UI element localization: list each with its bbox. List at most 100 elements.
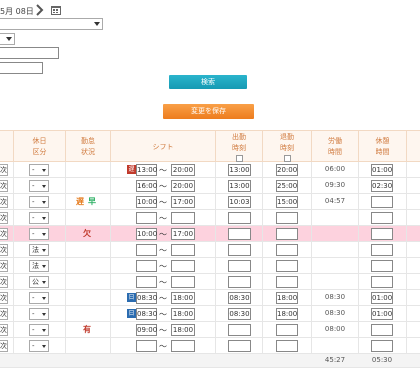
shift-end-input[interactable]: 18:00 bbox=[171, 292, 195, 304]
next-button[interactable]: 次 bbox=[0, 308, 8, 320]
total-rest: 05:30 bbox=[371, 356, 393, 364]
date-label: 5月 08日 bbox=[0, 7, 34, 16]
next-button[interactable]: 次 bbox=[0, 228, 8, 240]
shift-start-input[interactable]: 16:00 bbox=[136, 180, 157, 192]
kubun-select[interactable]: - bbox=[29, 228, 49, 240]
rest-input[interactable]: 02:30 bbox=[371, 180, 393, 192]
shift-start-input[interactable]: 13:00 bbox=[136, 164, 157, 176]
shift-start-input[interactable] bbox=[136, 276, 157, 288]
shift-start-input[interactable] bbox=[136, 260, 157, 272]
start-time-input[interactable]: 08:30 bbox=[228, 292, 251, 304]
end-time-input[interactable] bbox=[276, 228, 298, 240]
kubun-select[interactable]: - bbox=[29, 308, 49, 320]
end-time-input[interactable]: 20:00 bbox=[276, 164, 298, 176]
shift-start-input[interactable] bbox=[136, 212, 157, 224]
start-time-input[interactable]: 08:30 bbox=[228, 308, 251, 320]
start-time-input[interactable] bbox=[228, 244, 251, 256]
start-time-input[interactable] bbox=[228, 324, 251, 336]
shift-end-input[interactable] bbox=[171, 260, 195, 272]
start-time-input[interactable] bbox=[228, 228, 251, 240]
rest-input[interactable] bbox=[371, 260, 393, 272]
next-button[interactable]: 次 bbox=[0, 212, 8, 224]
shift-end-input[interactable] bbox=[171, 244, 195, 256]
start-time-input[interactable]: 13:00 bbox=[228, 164, 251, 176]
kubun-select[interactable]: - bbox=[29, 164, 49, 176]
save-button[interactable]: 変更を保存 bbox=[163, 104, 254, 119]
start-time-input[interactable]: 13:00 bbox=[228, 180, 251, 192]
next-button[interactable]: 次 bbox=[0, 276, 8, 288]
next-button[interactable]: 次 bbox=[0, 244, 8, 256]
rest-input[interactable] bbox=[371, 196, 393, 208]
next-button[interactable]: 次 bbox=[0, 196, 8, 208]
kubun-value: - bbox=[32, 166, 35, 174]
filter-select[interactable] bbox=[0, 33, 15, 45]
shift-end-input[interactable]: 20:00 bbox=[171, 164, 195, 176]
shift-end-input[interactable] bbox=[171, 212, 195, 224]
rest-input[interactable] bbox=[371, 340, 393, 352]
next-button[interactable]: 次 bbox=[0, 324, 8, 336]
next-button[interactable]: 次 bbox=[0, 164, 8, 176]
next-button[interactable]: 次 bbox=[0, 340, 8, 352]
kubun-select[interactable]: - bbox=[29, 340, 49, 352]
shift-start-input[interactable]: 08:30 bbox=[136, 292, 157, 304]
rest-input[interactable] bbox=[371, 276, 393, 288]
start-checkbox[interactable] bbox=[235, 155, 243, 162]
employee-select[interactable] bbox=[0, 18, 103, 30]
rest-input[interactable]: 01:00 bbox=[371, 308, 393, 320]
shift-end-input[interactable]: 18:00 bbox=[171, 308, 195, 320]
end-time-input[interactable] bbox=[276, 276, 298, 288]
column-divider bbox=[215, 210, 216, 226]
shift-end-input[interactable] bbox=[171, 276, 195, 288]
chevron-right-icon[interactable] bbox=[36, 4, 44, 16]
calendar-icon[interactable] bbox=[51, 5, 61, 15]
start-time-input[interactable] bbox=[228, 212, 251, 224]
start-time-input[interactable]: 10:03 bbox=[228, 196, 251, 208]
rest-input[interactable] bbox=[371, 324, 393, 336]
rest-input[interactable] bbox=[371, 212, 393, 224]
shift-end-input[interactable]: 17:00 bbox=[171, 228, 195, 240]
kubun-select[interactable]: 公 bbox=[29, 276, 49, 288]
shift-end-input[interactable] bbox=[171, 340, 195, 352]
kubun-select[interactable]: - bbox=[29, 196, 49, 208]
end-time-input[interactable]: 25:00 bbox=[276, 180, 298, 192]
end-time-input[interactable]: 15:00 bbox=[276, 196, 298, 208]
chevron-down-icon bbox=[42, 313, 46, 316]
end-time-input[interactable] bbox=[276, 260, 298, 272]
shift-start-input[interactable]: 10:00 bbox=[136, 196, 157, 208]
end-checkbox[interactable] bbox=[283, 155, 291, 162]
next-button[interactable]: 次 bbox=[0, 260, 8, 272]
next-button[interactable]: 次 bbox=[0, 292, 8, 304]
kubun-select[interactable]: - bbox=[29, 180, 49, 192]
shift-end-input[interactable]: 20:00 bbox=[171, 180, 195, 192]
start-time-input[interactable] bbox=[228, 340, 251, 352]
end-time-input[interactable] bbox=[276, 212, 298, 224]
end-time-input[interactable]: 18:00 bbox=[276, 292, 298, 304]
end-time-input[interactable] bbox=[276, 324, 298, 336]
shift-start-input[interactable]: 08:30 bbox=[136, 308, 157, 320]
shift-end-input[interactable]: 17:00 bbox=[171, 196, 195, 208]
rest-input[interactable]: 01:00 bbox=[371, 164, 393, 176]
end-time-input[interactable]: 18:00 bbox=[276, 308, 298, 320]
search-button[interactable]: 検索 bbox=[169, 75, 247, 89]
rest-input[interactable] bbox=[371, 244, 393, 256]
shift-start-input[interactable] bbox=[136, 244, 157, 256]
text-field-2[interactable] bbox=[0, 62, 43, 74]
rest-input[interactable]: 01:00 bbox=[371, 292, 393, 304]
start-time-input[interactable] bbox=[228, 276, 251, 288]
kubun-select[interactable]: - bbox=[29, 292, 49, 304]
kubun-select[interactable]: 法 bbox=[29, 244, 49, 256]
kubun-value: - bbox=[32, 182, 35, 190]
shift-end-input[interactable]: 18:00 bbox=[171, 324, 195, 336]
end-time-input[interactable] bbox=[276, 244, 298, 256]
kubun-select[interactable]: - bbox=[29, 212, 49, 224]
shift-start-input[interactable]: 09:00 bbox=[136, 324, 157, 336]
kubun-select[interactable]: - bbox=[29, 324, 49, 336]
start-time-input[interactable] bbox=[228, 260, 251, 272]
shift-start-input[interactable]: 10:00 bbox=[136, 228, 157, 240]
shift-start-input[interactable] bbox=[136, 340, 157, 352]
end-time-input[interactable] bbox=[276, 340, 298, 352]
rest-input[interactable] bbox=[371, 228, 393, 240]
next-button[interactable]: 次 bbox=[0, 180, 8, 192]
text-field-1[interactable] bbox=[0, 47, 59, 59]
kubun-select[interactable]: 法 bbox=[29, 260, 49, 272]
